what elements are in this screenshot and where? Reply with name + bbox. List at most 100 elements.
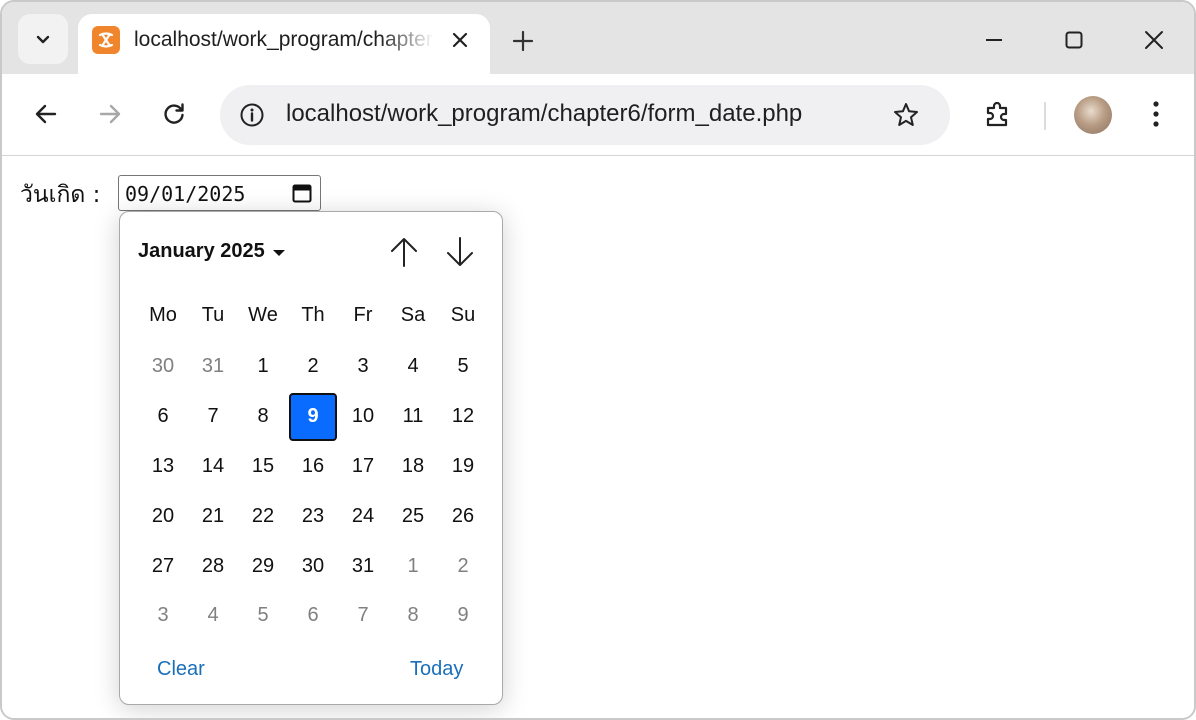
calendar-day[interactable]: 11 [388, 392, 438, 442]
birthdate-input[interactable]: 09/01/2025 [118, 175, 321, 211]
bookmark-button[interactable] [888, 97, 924, 133]
previous-month-button[interactable] [384, 232, 424, 272]
extensions-button[interactable] [976, 94, 1020, 134]
reload-icon [164, 103, 184, 124]
site-info-button[interactable] [234, 97, 270, 133]
url-text[interactable]: localhost/work_program/chapter6/form_dat… [286, 100, 802, 128]
calendar-day-number: 17 [351, 454, 375, 477]
toolbar-separator [1044, 102, 1046, 130]
calendar-day[interactable]: 4 [188, 591, 238, 641]
puzzle-icon [986, 101, 1008, 127]
calendar-day[interactable]: 1 [238, 342, 288, 392]
xampp-icon [92, 26, 120, 54]
calendar-day[interactable]: 18 [388, 442, 438, 492]
calendar-day[interactable]: 13 [138, 442, 188, 492]
reload-button[interactable] [154, 94, 194, 134]
calendar-day[interactable]: 22 [238, 491, 288, 541]
calendar-day[interactable]: 17 [338, 442, 388, 492]
calendar-day-number: 5 [257, 604, 269, 627]
calendar-day-number: 22 [251, 504, 275, 527]
clear-button[interactable]: Clear [157, 658, 205, 681]
forward-button[interactable] [90, 94, 130, 134]
calendar-day[interactable]: 31 [338, 541, 388, 591]
calendar-icon[interactable] [291, 182, 313, 204]
browser-toolbar: localhost/work_program/chapter6/form_dat… [2, 74, 1194, 156]
calendar-day-number: 30 [301, 554, 325, 577]
calendar-day-number: 18 [401, 454, 425, 477]
calendar-day[interactable]: 10 [338, 392, 388, 442]
birthdate-label: วันเกิด : [20, 182, 101, 208]
calendar-week-row: 27 28 29 30 31 1 2 [138, 541, 488, 591]
calendar-day-number: 13 [151, 454, 175, 477]
month-year-selector[interactable]: January 2025 [138, 240, 285, 263]
calendar-day[interactable]: 6 [288, 591, 338, 641]
calendar-day[interactable]: 3 [138, 591, 188, 641]
back-button[interactable] [26, 94, 66, 134]
weekday-label: Tu [201, 304, 225, 326]
calendar-day-number: 9 [457, 604, 469, 627]
calendar-day[interactable]: 15 [238, 442, 288, 492]
calendar-day[interactable]: 24 [338, 491, 388, 541]
calendar-day[interactable]: 12 [438, 392, 488, 442]
calendar-day[interactable]: 25 [388, 491, 438, 541]
calendar-day[interactable]: 26 [438, 491, 488, 541]
calendar-day[interactable]: 8 [388, 591, 438, 641]
calendar-day[interactable]: 30 [138, 342, 188, 392]
calendar-day[interactable]: 8 [238, 392, 288, 442]
new-tab-button[interactable] [504, 22, 542, 60]
browser-tab-active[interactable]: localhost/work_program/chapter6/form_dat… [78, 14, 490, 76]
tab-close-button[interactable] [446, 26, 474, 54]
calendar-day[interactable]: 28 [188, 541, 238, 591]
calendar-day[interactable]: 14 [188, 442, 238, 492]
calendar-day[interactable]: 9 [438, 591, 488, 641]
calendar-day[interactable]: 2 [438, 541, 488, 591]
profile-avatar[interactable] [1074, 96, 1112, 134]
weekday-label: We [248, 304, 278, 326]
calendar-day[interactable]: 5 [238, 591, 288, 641]
browser-menu-button[interactable] [1136, 94, 1176, 134]
today-button[interactable]: Today [410, 658, 463, 681]
calendar-day[interactable]: 1 [388, 541, 438, 591]
calendar-day[interactable]: 27 [138, 541, 188, 591]
close-window-button[interactable] [1134, 20, 1174, 60]
date-input-value[interactable]: 09/01/2025 [125, 182, 245, 206]
calendar-day[interactable]: 30 [288, 541, 338, 591]
calendar-day[interactable]: 5 [438, 342, 488, 392]
browser-window: localhost/work_program/chapter6/form_dat… [0, 0, 1196, 720]
minimize-button[interactable] [974, 20, 1014, 60]
arrow-left-icon [35, 104, 57, 124]
calendar-day-number: 21 [201, 504, 225, 527]
calendar-day[interactable]: 29 [238, 541, 288, 591]
calendar-day[interactable]: 20 [138, 491, 188, 541]
calendar-day-number: 26 [451, 504, 475, 527]
calendar-day-number: 2 [307, 355, 319, 378]
calendar-day[interactable]: 3 [338, 342, 388, 392]
calendar-day[interactable]: 16 [288, 442, 338, 492]
maximize-button[interactable] [1054, 20, 1094, 60]
calendar-day[interactable]: 19 [438, 442, 488, 492]
calendar-day[interactable]: 31 [188, 342, 238, 392]
address-bar[interactable]: localhost/work_program/chapter6/form_dat… [220, 85, 950, 145]
calendar-day-number: 6 [157, 405, 169, 428]
calendar-day-number: 30 [151, 355, 175, 378]
weekday-label: Mo [149, 304, 177, 326]
calendar-day[interactable]: 21 [188, 491, 238, 541]
calendar-week-row: 30 31 1 2 3 4 5 [138, 342, 488, 392]
calendar-day[interactable]: 23 [288, 491, 338, 541]
calendar-day-selected[interactable]: 9 [288, 392, 338, 442]
calendar-day[interactable]: 2 [288, 342, 338, 392]
weekday-label: Fr [353, 304, 373, 326]
calendar-day[interactable]: 7 [188, 392, 238, 442]
calendar-day-number: 7 [207, 405, 219, 428]
calendar-day[interactable]: 7 [338, 591, 388, 641]
calendar-day-number: 6 [307, 604, 319, 627]
kebab-menu-icon [1153, 101, 1159, 127]
calendar-day-number: 7 [357, 604, 369, 627]
minimize-icon [986, 39, 1002, 41]
next-month-button[interactable] [440, 232, 480, 272]
calendar-day[interactable]: 6 [138, 392, 188, 442]
calendar-day-number: 14 [201, 454, 225, 477]
tab-search-button[interactable] [18, 14, 68, 64]
calendar-day-number: 3 [157, 604, 169, 627]
calendar-day[interactable]: 4 [388, 342, 438, 392]
